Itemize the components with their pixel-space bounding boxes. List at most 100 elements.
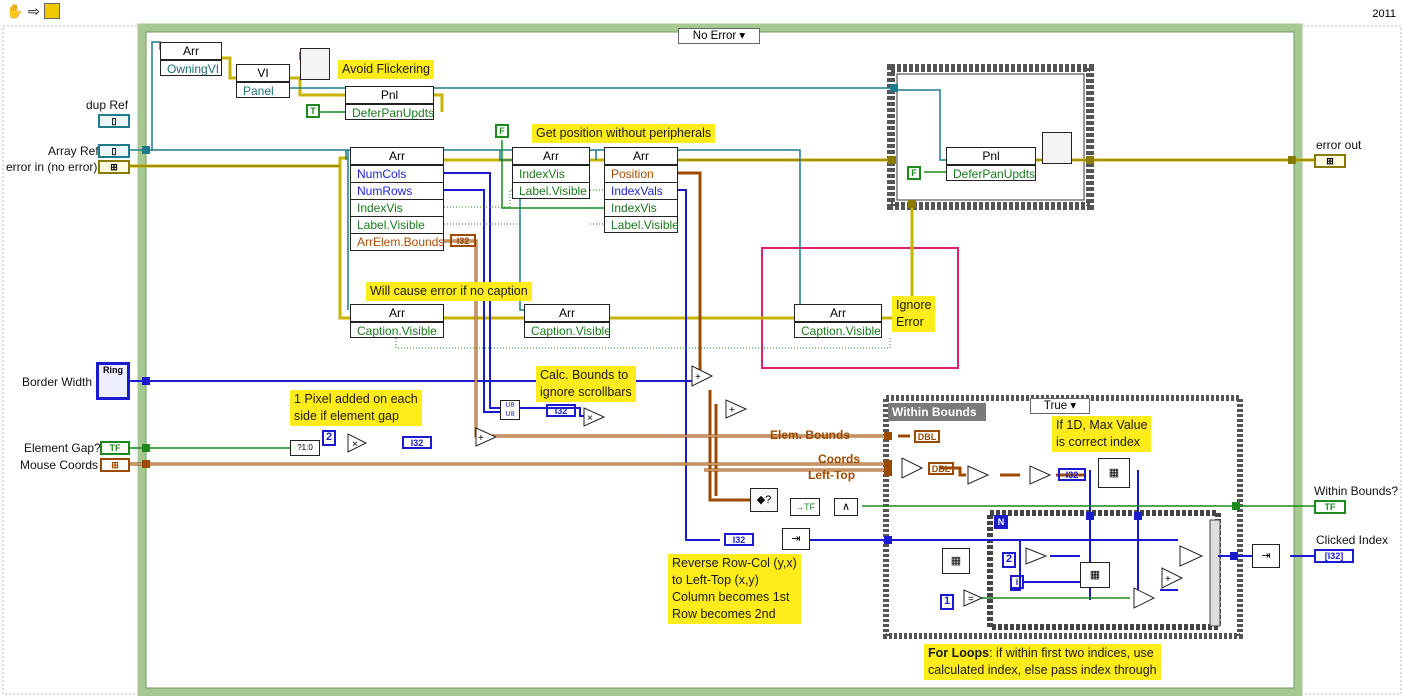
prop-arrelem-bounds: ArrElem.Bounds bbox=[351, 233, 444, 250]
svg-text:+: + bbox=[695, 372, 701, 383]
defer-icon-node[interactable] bbox=[300, 48, 330, 80]
arr-caption-node-3[interactable]: Arr Caption.Visible bbox=[794, 304, 882, 338]
note-pixel-added: 1 Pixel added on each side if element ga… bbox=[290, 390, 422, 426]
prop-pos-label-visible: Label.Visible bbox=[605, 216, 679, 233]
bool-to-int-function[interactable]: ?1:0 bbox=[290, 440, 320, 456]
elem-bounds-wire-label: Elem. Bounds bbox=[770, 428, 851, 442]
dup-ref-control[interactable]: ▯ bbox=[98, 114, 130, 128]
svg-text:+: + bbox=[729, 405, 735, 416]
arr-caption-node-1[interactable]: Arr Caption.Visible bbox=[350, 304, 444, 338]
case-selector[interactable]: No Error ▾ bbox=[678, 28, 760, 44]
note-pixel-added-line-2: side if element gap bbox=[294, 409, 399, 423]
array-size-function[interactable]: ▦ bbox=[942, 548, 970, 574]
array-ref-control[interactable]: ▯ bbox=[98, 144, 130, 158]
error-in-control[interactable]: ⊞ bbox=[98, 160, 130, 174]
index-array-function[interactable]: ▦ bbox=[1080, 562, 1110, 588]
element-gap-control[interactable]: TF bbox=[100, 441, 130, 455]
i32-convert-4: I32 bbox=[450, 234, 476, 247]
reverse-array-function[interactable]: ⇥ bbox=[782, 528, 810, 550]
i32-convert-2: I32 bbox=[546, 404, 576, 417]
error-out-label: error out bbox=[1316, 138, 1362, 152]
prop-caption-visible-3: Caption.Visible bbox=[795, 322, 881, 339]
prop-caption-visible-2: Caption.Visible bbox=[525, 322, 611, 339]
reverse-array-function-2[interactable]: ⇥ bbox=[1252, 544, 1280, 568]
int-constant-2[interactable]: 2 bbox=[322, 430, 336, 446]
prop-indexvis: IndexVis bbox=[351, 199, 443, 216]
inner-case-selector[interactable]: True ▾ bbox=[1030, 398, 1090, 414]
prop-label-visible: Label.Visible bbox=[351, 216, 443, 233]
vi-panel-head: VI bbox=[237, 65, 289, 82]
border-width-label: Border Width bbox=[22, 375, 93, 389]
arr-vis-node[interactable]: Arr IndexVis Label.Visible bbox=[512, 147, 590, 199]
prop-indexvals: IndexVals bbox=[605, 182, 677, 199]
max-min-function[interactable]: ▦ bbox=[1098, 458, 1130, 488]
bool-true-constant[interactable]: T bbox=[306, 104, 320, 118]
i32-convert-3: I32 bbox=[724, 533, 754, 546]
within-bounds-label: Within Bounds? bbox=[1314, 484, 1399, 498]
arr-pos-node[interactable]: Arr Position IndexVals IndexVis Label.Vi… bbox=[604, 147, 679, 233]
arr-main-node[interactable]: Arr NumCols NumRows IndexVis Label.Visib… bbox=[350, 147, 444, 251]
within-bounds-frame-title: Within Bounds bbox=[888, 403, 986, 421]
loop-count-terminal: N bbox=[994, 515, 1008, 529]
note-pixel-added-line-1: 1 Pixel added on each bbox=[294, 392, 418, 406]
arr-caption-head-1: Arr bbox=[351, 305, 443, 322]
pnl-defer-node[interactable]: Pnl DeferPanUpdts bbox=[345, 86, 434, 120]
int-constant-1[interactable]: 1 bbox=[940, 594, 954, 610]
prop-panel: Panel bbox=[237, 82, 289, 99]
arr-caption-node-2[interactable]: Arr Caption.Visible bbox=[524, 304, 611, 339]
unbundle-function[interactable]: U8 U8 bbox=[500, 400, 520, 420]
note-calc-bounds-line-2: ignore scrollbars bbox=[540, 385, 632, 399]
pnl-defer-head-2: Pnl bbox=[947, 148, 1035, 165]
note-if-1d-line-2: is correct index bbox=[1056, 435, 1141, 449]
prop-numcols: NumCols bbox=[351, 165, 443, 182]
prop-deferpanupdts: DeferPanUpdts bbox=[346, 104, 434, 121]
arr-vis-head: Arr bbox=[513, 148, 589, 165]
note-ignore-error-line-1: Ignore bbox=[896, 298, 932, 312]
bool-false-constant[interactable]: F bbox=[495, 124, 509, 138]
note-calc-bounds: Calc. Bounds to ignore scrollbars bbox=[536, 366, 636, 402]
prop-caption-visible-1: Caption.Visible bbox=[351, 322, 443, 339]
arr-owningvi-head: Arr bbox=[161, 43, 221, 60]
note-for-loops-line-2: calculated index, else pass index throug… bbox=[928, 663, 1157, 677]
prop-position: Position bbox=[605, 165, 677, 182]
arr-pos-head: Arr bbox=[605, 148, 677, 165]
note-reverse-line-4: Row becomes 2nd bbox=[672, 607, 776, 621]
mouse-coords-control[interactable]: ⊞ bbox=[100, 458, 130, 472]
defer-icon-node-2[interactable] bbox=[1042, 132, 1072, 164]
note-reverse-line-1: Reverse Row-Col (y,x) bbox=[672, 556, 797, 570]
left-top-wire-label: Left-Top bbox=[808, 468, 856, 482]
error-in-label: error in (no error) bbox=[6, 160, 98, 174]
case-selector-label: No Error bbox=[692, 30, 737, 42]
bool-false-constant-2[interactable]: F bbox=[907, 166, 921, 180]
bool-array-function[interactable]: →TF bbox=[790, 498, 820, 516]
note-calc-bounds-line-1: Calc. Bounds to bbox=[540, 368, 629, 382]
note-reverse: Reverse Row-Col (y,x) to Left-Top (x,y) … bbox=[668, 554, 801, 624]
in-range-function[interactable]: ◆? bbox=[750, 488, 778, 512]
prop-deferpanupdts-2: DeferPanUpdts bbox=[947, 165, 1035, 182]
svg-text:×: × bbox=[352, 439, 358, 450]
dup-ref-label: dup Ref bbox=[86, 98, 129, 112]
note-ignore-error-line-2: Error bbox=[896, 315, 924, 329]
prop-vis-indexvis: IndexVis bbox=[513, 165, 589, 182]
arr-owningvi-node[interactable]: Arr OwningVI bbox=[160, 42, 222, 76]
arr-main-head: Arr bbox=[351, 148, 443, 165]
svg-text:×: × bbox=[587, 413, 593, 424]
and-function[interactable]: ∧ bbox=[834, 498, 858, 516]
loop-iteration-terminal: i bbox=[1010, 575, 1024, 589]
note-for-loops-rest: : if within first two indices, use bbox=[989, 646, 1154, 660]
note-for-loops: For Loops: if within first two indices, … bbox=[924, 644, 1161, 680]
pnl-defer-node-2[interactable]: Pnl DeferPanUpdts bbox=[946, 147, 1036, 181]
coords-wire-label: Coords bbox=[818, 452, 860, 466]
border-width-control[interactable]: Ring bbox=[96, 362, 130, 400]
arr-caption-head-2: Arr bbox=[525, 305, 609, 322]
arr-caption-head-3: Arr bbox=[795, 305, 881, 322]
inner-case-selector-label: True bbox=[1043, 400, 1068, 412]
prop-vis-label-visible: Label.Visible bbox=[513, 182, 589, 199]
prop-pos-indexvis: IndexVis bbox=[605, 199, 677, 216]
dbl-convert-2: DBL bbox=[928, 462, 954, 475]
within-bounds-indicator: TF bbox=[1314, 500, 1346, 514]
error-out-indicator: ⊞ bbox=[1314, 154, 1346, 168]
int-constant-2b[interactable]: 2 bbox=[1002, 552, 1016, 568]
vi-panel-node[interactable]: VI Panel bbox=[236, 64, 290, 98]
mouse-coords-label: Mouse Coords bbox=[20, 458, 99, 472]
